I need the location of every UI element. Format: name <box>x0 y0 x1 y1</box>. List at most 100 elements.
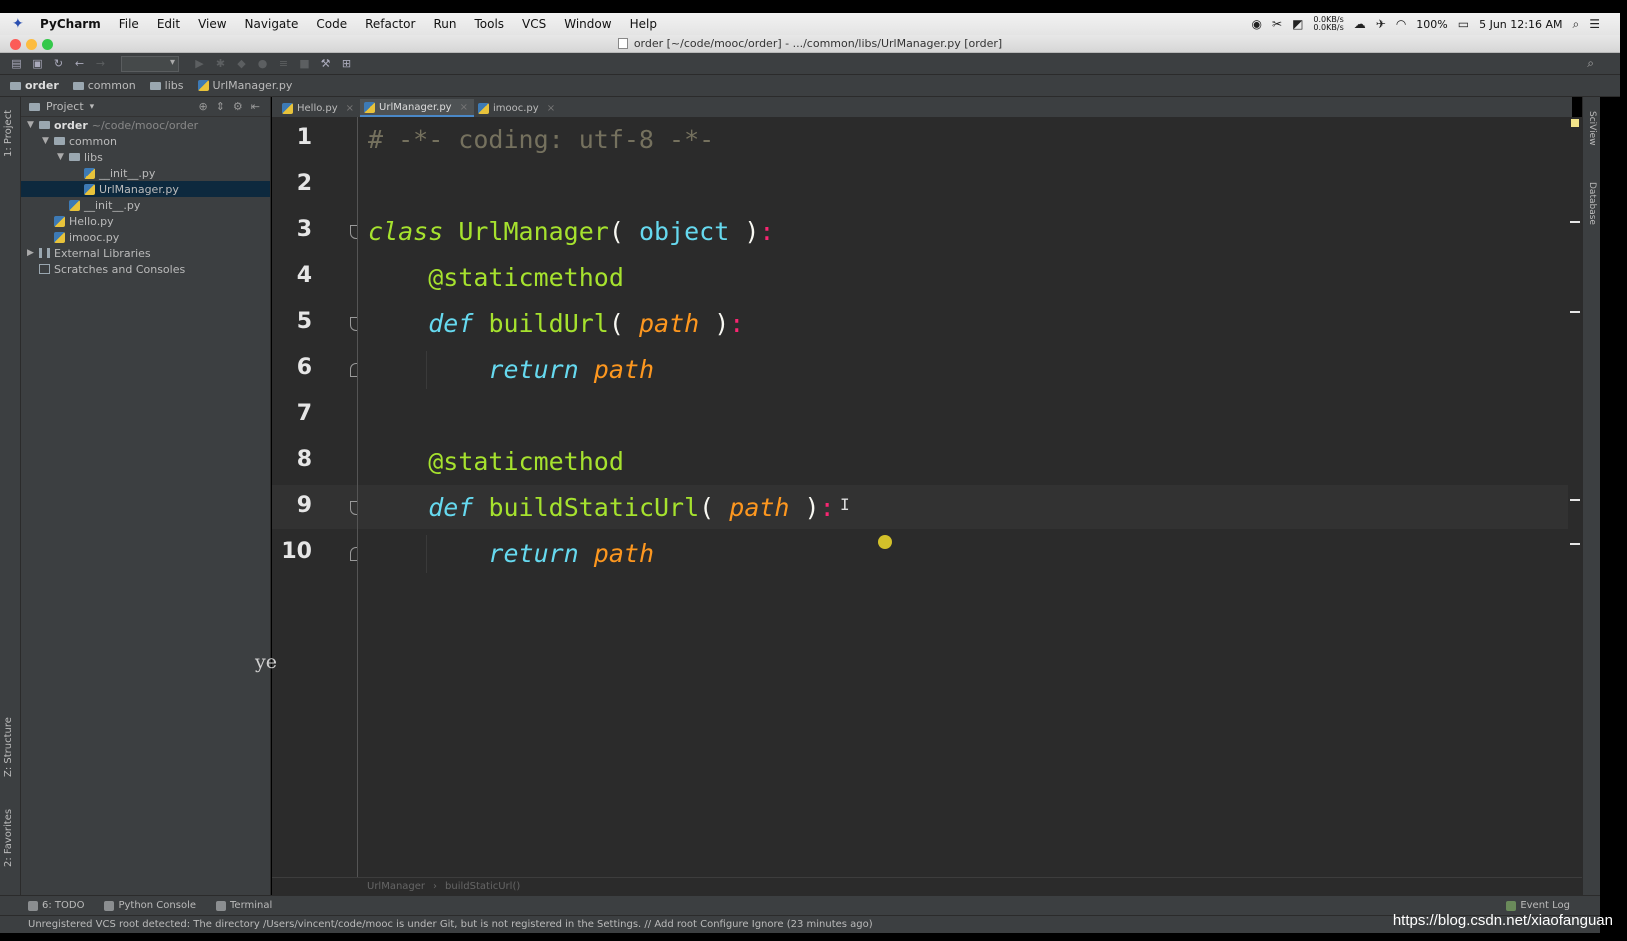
menu-run[interactable]: Run <box>433 17 456 31</box>
app-tray-icon[interactable]: ◩ <box>1292 17 1303 31</box>
tree-item[interactable]: Scratches and Consoles <box>21 261 270 277</box>
editor-tab[interactable]: Hello.py × <box>278 99 360 117</box>
clock[interactable]: 5 Jun 12:16 AM <box>1479 18 1562 31</box>
locate-file-icon[interactable]: ⊕ <box>198 100 207 113</box>
line-number[interactable]: 9 <box>272 493 312 518</box>
menu-file[interactable]: File <box>119 17 139 31</box>
tree-item[interactable]: __init__.py <box>21 197 270 213</box>
profile-icon[interactable]: ● <box>256 57 269 70</box>
line-number[interactable]: 6 <box>272 355 312 380</box>
tool-tab-project[interactable]: 1: Project <box>3 110 14 157</box>
menu-app-name[interactable]: PyCharm <box>40 17 101 31</box>
inspection-status-icon[interactable] <box>1571 119 1579 127</box>
nav-crumb-libs[interactable]: libs <box>149 79 184 92</box>
event-log-tab[interactable]: Event Log <box>1506 900 1570 911</box>
code-line[interactable]: def buildStaticUrl( path ): <box>368 485 834 529</box>
todo-tab[interactable]: 6: TODO <box>28 900 84 911</box>
breadcrumb-method[interactable]: buildStaticUrl() <box>445 881 520 892</box>
cloud-icon[interactable]: ☁ <box>1354 17 1366 31</box>
code-line[interactable]: return path <box>368 531 654 575</box>
close-tab-icon[interactable]: × <box>547 103 555 114</box>
chevron-down-icon[interactable]: ▾ <box>90 102 95 112</box>
nav-crumb-file[interactable]: UrlManager.py <box>197 79 292 92</box>
tree-item[interactable]: Hello.py <box>21 213 270 229</box>
window-zoom-button[interactable] <box>42 39 53 50</box>
menu-refactor[interactable]: Refactor <box>365 17 415 31</box>
tree-item[interactable]: imooc.py <box>21 229 270 245</box>
window-minimize-button[interactable] <box>26 39 37 50</box>
tree-item[interactable]: ▼ common <box>21 133 270 149</box>
menu-edit[interactable]: Edit <box>157 17 180 31</box>
code-line[interactable]: @staticmethod <box>368 255 624 299</box>
window-close-button[interactable] <box>10 39 21 50</box>
tool-tab-favorites[interactable]: 2: Favorites <box>3 809 14 867</box>
code-line[interactable]: @staticmethod <box>368 439 624 483</box>
python-console-tab[interactable]: Python Console <box>104 900 196 911</box>
close-tab-icon[interactable]: × <box>460 102 468 113</box>
error-stripe[interactable] <box>1568 117 1582 877</box>
tree-item[interactable]: ▼ order ~/code/mooc/order <box>21 117 270 133</box>
line-number[interactable]: 7 <box>272 401 312 426</box>
menu-help[interactable]: Help <box>630 17 657 31</box>
menu-navigate[interactable]: Navigate <box>245 17 299 31</box>
code-line[interactable]: class UrlManager( object ): <box>368 209 774 253</box>
save-all-icon[interactable]: ▣ <box>31 57 44 70</box>
line-number[interactable]: 8 <box>272 447 312 472</box>
line-number[interactable]: 3 <box>272 217 312 242</box>
stripe-mark[interactable] <box>1570 543 1580 545</box>
expand-arrow-icon[interactable]: ▼ <box>27 120 39 130</box>
tool-tab-structure[interactable]: Z: Structure <box>3 717 14 777</box>
stripe-mark[interactable] <box>1570 221 1580 223</box>
tool-tab-sciview[interactable]: SciView <box>1587 111 1597 146</box>
debug-icon[interactable]: ✱ <box>214 57 227 70</box>
line-number[interactable]: 2 <box>272 171 312 196</box>
collapse-arrow-icon[interactable]: ▶ <box>27 248 39 258</box>
battery-percent[interactable]: 100% <box>1416 18 1447 31</box>
code-line[interactable]: def buildUrl( path ): <box>368 301 744 345</box>
back-arrow-icon[interactable]: ← <box>73 57 86 70</box>
menu-view[interactable]: View <box>198 17 226 31</box>
editor-tab[interactable]: imooc.py × <box>474 99 561 117</box>
project-view-select[interactable]: Project <box>46 100 84 113</box>
close-tab-icon[interactable]: × <box>346 103 354 114</box>
terminal-tab[interactable]: Terminal <box>216 900 272 911</box>
tree-item[interactable]: ▶ External Libraries <box>21 245 270 261</box>
wrench-icon[interactable]: ⚒ <box>319 57 332 70</box>
app-logo-icon[interactable]: ✦ <box>12 16 40 32</box>
code-line[interactable]: # -*- coding: utf-8 -*- <box>368 117 714 161</box>
concurrency-icon[interactable]: ≡ <box>277 57 290 70</box>
forward-arrow-icon[interactable]: → <box>94 57 107 70</box>
nav-crumb-order[interactable]: order <box>10 79 59 92</box>
menu-window[interactable]: Window <box>564 17 611 31</box>
tree-item[interactable]: __init__.py <box>21 165 270 181</box>
hide-panel-icon[interactable]: ⇤ <box>251 100 260 113</box>
expand-arrow-icon[interactable]: ▼ <box>42 136 54 146</box>
stripe-mark[interactable] <box>1570 499 1580 501</box>
notification-center-icon[interactable]: ☰ <box>1589 17 1600 31</box>
battery-icon[interactable]: ▭ <box>1458 17 1469 31</box>
editor-tab[interactable]: UrlManager.py × <box>360 99 474 117</box>
coverage-icon[interactable]: ◆ <box>235 57 248 70</box>
search-everywhere-icon[interactable]: ⌕ <box>1587 56 1594 71</box>
wifi-icon[interactable]: ◠ <box>1396 17 1406 31</box>
line-number[interactable]: 4 <box>272 263 312 288</box>
record-icon[interactable]: ◉ <box>1252 17 1262 31</box>
expand-arrow-icon[interactable]: ▼ <box>57 152 69 162</box>
tool-tab-database[interactable]: Database <box>1587 182 1597 225</box>
menu-code[interactable]: Code <box>316 17 347 31</box>
nav-crumb-common[interactable]: common <box>72 79 136 92</box>
menu-tools[interactable]: Tools <box>474 17 504 31</box>
status-message[interactable]: Unregistered VCS root detected: The dire… <box>28 919 873 930</box>
run-config-select[interactable] <box>121 55 179 72</box>
code-line[interactable]: return path <box>368 347 654 391</box>
tree-item[interactable]: ▼ libs <box>21 149 270 165</box>
line-number[interactable]: 1 <box>272 125 312 150</box>
line-number[interactable]: 10 <box>272 539 312 564</box>
breadcrumb-class[interactable]: UrlManager <box>367 881 425 892</box>
collapse-all-icon[interactable]: ⇕ <box>216 100 225 113</box>
sync-icon[interactable]: ↻ <box>52 57 65 70</box>
scissors-icon[interactable]: ✂ <box>1272 17 1282 31</box>
airplane-icon[interactable]: ✈ <box>1376 17 1386 31</box>
editor-gutter[interactable]: 1 2 3 4 5 6 7 8 9 10 <box>272 117 383 877</box>
spotlight-search-icon[interactable]: ⌕ <box>1573 17 1580 32</box>
